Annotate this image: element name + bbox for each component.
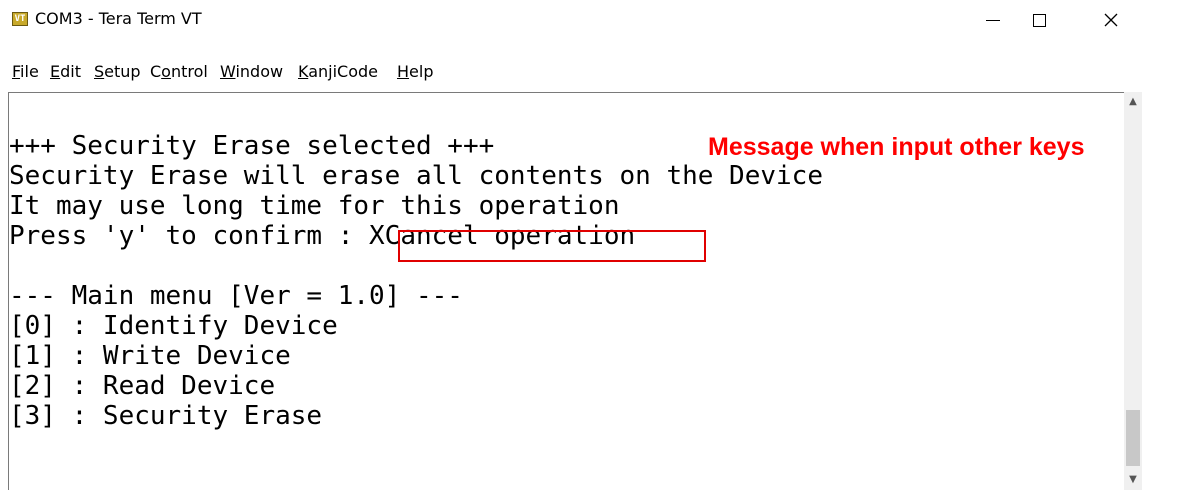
terminal-line: [2] : Read Device	[9, 371, 276, 401]
cancel-highlight-box	[398, 230, 706, 262]
minimize-icon	[986, 19, 1000, 21]
menu-help[interactable]: Help	[397, 62, 433, 81]
scroll-up-button[interactable]: ▲	[1124, 92, 1142, 110]
close-icon	[1104, 13, 1118, 27]
menu-bar: File Edit Setup Control Window KanjiCode…	[0, 62, 1160, 88]
menu-setup[interactable]: Setup	[94, 62, 141, 81]
scroll-thumb[interactable]	[1126, 410, 1140, 466]
minimize-button[interactable]	[970, 4, 1016, 36]
menu-edit[interactable]: Edit	[50, 62, 81, 81]
tera-term-window: VT COM3 - Tera Term VT File Edit Setup C…	[0, 0, 1160, 490]
close-button[interactable]	[1088, 4, 1134, 36]
maximize-button[interactable]	[1016, 4, 1062, 36]
terminal-line: It may use long time for this operation	[9, 191, 620, 221]
terminal-line: --- Main menu [Ver = 1.0] ---	[9, 281, 463, 311]
terminal-line: Security Erase will erase all contents o…	[9, 161, 823, 191]
vertical-scrollbar[interactable]: ▲ ▼	[1124, 92, 1142, 490]
annotation-label: Message when input other keys	[708, 133, 1085, 161]
tera-term-icon[interactable]: VT	[12, 12, 28, 26]
window-title: COM3 - Tera Term VT	[35, 9, 202, 28]
chevron-up-icon: ▲	[1129, 95, 1137, 107]
terminal-line: +++ Security Erase selected +++	[9, 131, 495, 161]
menu-control[interactable]: Control	[150, 62, 208, 81]
maximize-icon	[1032, 13, 1046, 27]
chevron-down-icon: ▼	[1129, 473, 1137, 485]
menu-file[interactable]: File	[12, 62, 39, 81]
menu-window[interactable]: Window	[220, 62, 283, 81]
menu-kanjicode[interactable]: KanjiCode	[298, 62, 378, 81]
terminal-line: [3] : Security Erase	[9, 401, 323, 431]
terminal-line: [0] : Identify Device	[9, 311, 338, 341]
scroll-down-button[interactable]: ▼	[1124, 470, 1142, 488]
title-bar[interactable]: VT COM3 - Tera Term VT	[0, 0, 1160, 40]
terminal-line: [1] : Write Device	[9, 341, 291, 371]
